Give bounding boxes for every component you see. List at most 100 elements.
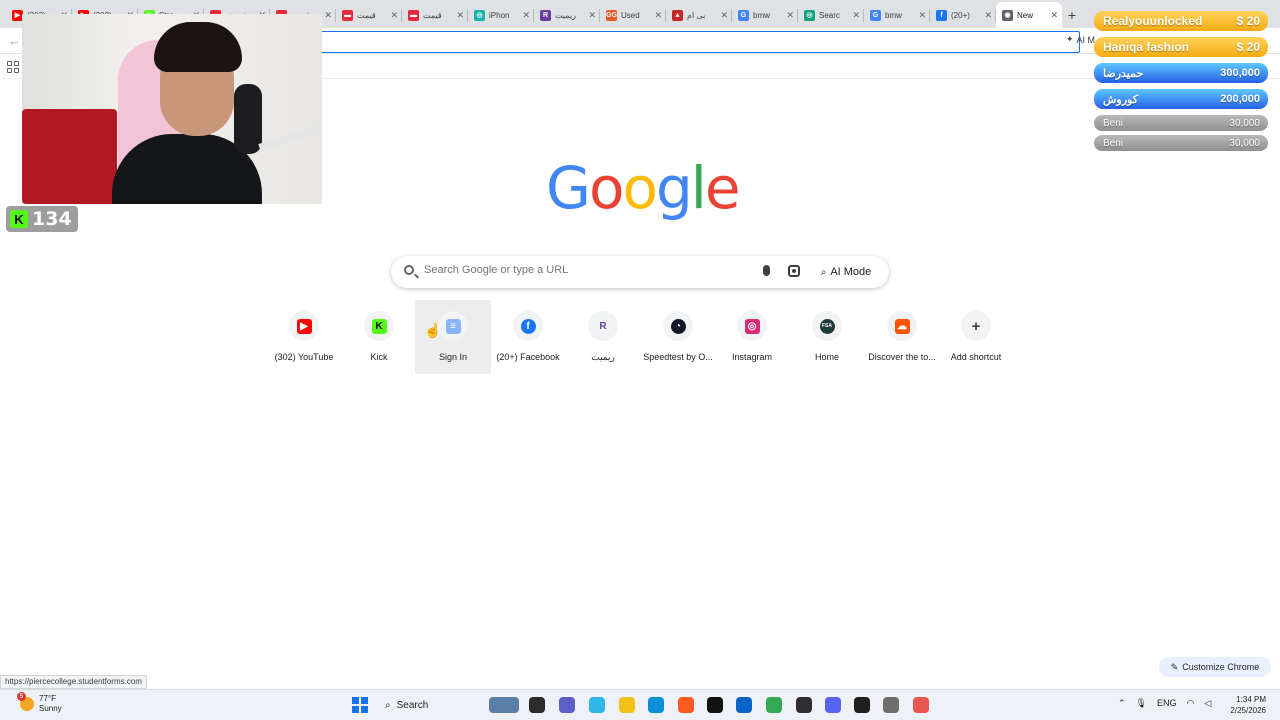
outlook-app-icon[interactable] <box>736 697 752 713</box>
calculator-app-icon[interactable] <box>883 697 899 713</box>
logo-letter: g <box>655 154 693 222</box>
ai-mode-label: AI Mode <box>830 266 872 278</box>
tab-title: قیمت <box>357 10 376 20</box>
search-input[interactable] <box>424 264 754 276</box>
logo-letter: l <box>690 154 707 222</box>
weather-desc: Sunny <box>39 704 62 713</box>
chevron-up-icon[interactable]: ⌃ <box>1118 698 1126 709</box>
tab-close-icon[interactable]: ✕ <box>456 10 464 21</box>
mic-tray-icon[interactable]: 🎙 <box>1136 698 1147 709</box>
shortcut-tile[interactable]: + Add shortcut <box>938 300 1014 374</box>
google-lens-icon[interactable] <box>788 265 800 277</box>
weather-widget[interactable]: 5 77°F Sunny <box>17 692 62 714</box>
tab-close-icon[interactable]: ✕ <box>918 10 926 21</box>
edge-app-icon[interactable] <box>648 697 664 713</box>
browser-tab[interactable]: ▲ بی ام ✕ <box>666 2 732 28</box>
browser-tab[interactable]: GG Used ✕ <box>600 2 666 28</box>
tab-close-icon[interactable]: ✕ <box>984 10 992 21</box>
tab-title: قیمت <box>423 10 442 20</box>
ai-mode-button[interactable]: ⌕ AI Mode <box>813 260 879 284</box>
mic-arm <box>258 124 322 152</box>
tab-close-icon[interactable]: ✕ <box>786 10 794 21</box>
tab-close-icon[interactable]: ✕ <box>390 10 398 21</box>
brave-app-icon[interactable] <box>678 697 694 713</box>
wifi-icon[interactable]: ◠ <box>1187 698 1195 709</box>
browser-tab[interactable]: Gbmw ✕ <box>732 2 798 28</box>
customize-label: Customize Chrome <box>1182 662 1260 672</box>
tab-close-icon[interactable]: ✕ <box>720 10 728 21</box>
obs-app-icon[interactable] <box>796 697 812 713</box>
file-explorer-icon[interactable] <box>619 697 635 713</box>
tab-favicon-icon: GG <box>606 9 617 21</box>
snipping-app-icon[interactable] <box>913 697 929 713</box>
windows-start-icon[interactable] <box>352 697 368 713</box>
terminal-app-icon[interactable] <box>529 697 545 713</box>
browser-tab[interactable]: ▬ قیمت ✕ <box>402 2 468 28</box>
shortcut-tile[interactable]: R ریمیت <box>565 300 641 374</box>
microphone-icon[interactable] <box>763 265 770 276</box>
shortcut-tile[interactable]: f (20+) Facebook <box>490 300 566 374</box>
taskbar-search-icon: ⌕ <box>385 699 391 711</box>
tab-title: iPhon <box>489 10 510 20</box>
tab-close-icon[interactable]: ✕ <box>654 10 662 21</box>
tab-active[interactable]: ◉ New ✕ <box>996 2 1062 28</box>
clock-time: 1:34 PM <box>1236 695 1266 704</box>
logo-letter: o <box>588 154 624 222</box>
new-tab-plus-icon[interactable]: + <box>1062 2 1082 28</box>
tab-close-icon[interactable]: ✕ <box>852 10 860 21</box>
tab-favicon-icon: G <box>738 9 749 21</box>
donation-amount: 200,000 <box>1220 93 1260 105</box>
shortcut-tile[interactable]: K Kick <box>341 300 417 374</box>
language-indicator[interactable]: ENG <box>1157 698 1177 709</box>
donation-entry: Haniqa fashion $ 20 <box>1094 37 1268 57</box>
ai-mode-chip[interactable]: ✦ AI M <box>1066 34 1095 45</box>
browser-tab[interactable]: ◎ iPhon ✕ <box>468 2 534 28</box>
copilot-app-icon[interactable] <box>589 697 605 713</box>
tab-favicon-icon: ▬ <box>342 9 353 21</box>
google-search-box[interactable]: ⌕ AI Mode <box>391 256 889 288</box>
customize-chrome-button[interactable]: ✎ Customize Chrome <box>1159 657 1271 677</box>
widgets-app-icon[interactable] <box>489 697 519 713</box>
donation-entry: Realyouunlocked $ 20 <box>1094 11 1268 31</box>
apps-grid-icon[interactable] <box>7 61 19 73</box>
chatgpt-app-icon[interactable] <box>854 697 870 713</box>
system-tray: ⌃ 🎙 ENG ◠ ◁ <box>1118 698 1211 709</box>
tiktok-app-icon[interactable] <box>707 697 723 713</box>
shortcut-label: Instagram <box>731 352 773 362</box>
facebook-icon: f <box>520 318 536 334</box>
tab-favicon-icon: ◉ <box>1002 9 1013 21</box>
shortcut-label: Add shortcut <box>950 352 1002 362</box>
discord-app-icon[interactable] <box>825 697 841 713</box>
tab-close-icon[interactable]: ✕ <box>522 10 530 21</box>
browser-tab[interactable]: ◎ Searc ✕ <box>798 2 864 28</box>
taskbar-search[interactable]: ⌕ Search <box>377 695 477 715</box>
donor-name: Haniqa fashion <box>1103 40 1190 54</box>
shortcut-tile[interactable]: FSA Home <box>789 300 865 374</box>
shortcut-tile[interactable]: ◎ Instagram <box>714 300 790 374</box>
taskbar-clock[interactable]: 1:34 PM 2/25/2026 <box>1208 694 1266 716</box>
browser-tab[interactable]: Gbmw ✕ <box>864 2 930 28</box>
tab-close-icon[interactable]: ✕ <box>1050 10 1058 21</box>
shortcut-tile[interactable]: ☁ Discover the to... <box>864 300 940 374</box>
tab-close-icon[interactable]: ✕ <box>588 10 596 21</box>
shortcut-label: Speedtest by O... <box>643 352 713 362</box>
windows-taskbar: 5 77°F Sunny ⌕ Search ⌃ 🎙 ENG ◠ ◁ 1:34 P… <box>0 689 1280 720</box>
shortcut-tile[interactable]: ▶ (302) YouTube <box>266 300 342 374</box>
ai-search-icon: ⌕ <box>820 266 827 278</box>
ai-chip-label: AI M <box>1076 34 1096 45</box>
shortcut-label: (20+) Facebook <box>496 352 560 362</box>
speedtest-icon: ◔ <box>670 318 686 334</box>
back-arrow-icon[interactable]: ← <box>8 33 21 48</box>
youtube-icon: ▶ <box>296 318 312 334</box>
tab-favicon-icon: f <box>936 9 947 21</box>
browser-tab[interactable]: R ریمیت ✕ <box>534 2 600 28</box>
tab-close-icon[interactable]: ✕ <box>324 10 332 21</box>
forms-icon: ≡ <box>445 318 461 334</box>
browser-tab[interactable]: f (20+) ✕ <box>930 2 996 28</box>
browser-tab[interactable]: ▬ قیمت ✕ <box>336 2 402 28</box>
tab-title: Used <box>621 10 640 20</box>
shortcut-tile[interactable]: ◔ Speedtest by O... <box>640 300 716 374</box>
chrome-app-icon[interactable] <box>766 697 782 713</box>
teams-app-icon[interactable] <box>559 697 575 713</box>
donor-name: Beni <box>1103 137 1124 149</box>
